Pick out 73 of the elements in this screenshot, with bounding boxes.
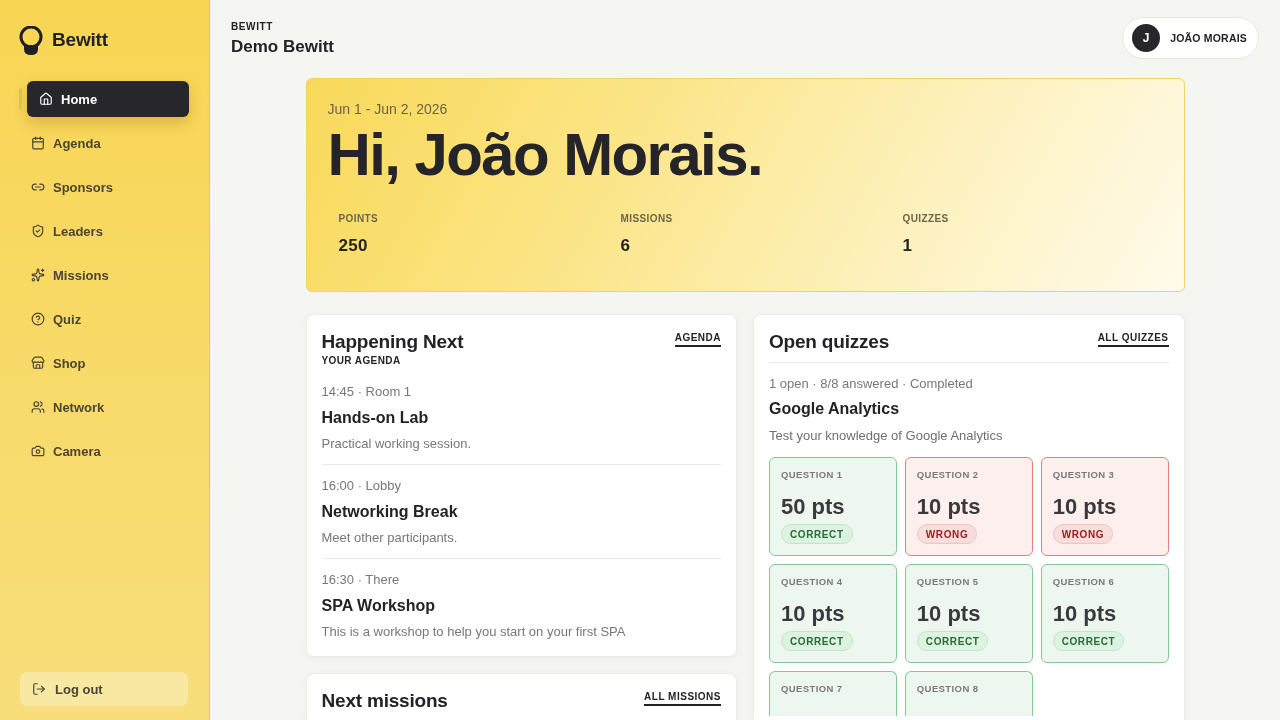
user-name: JOÃO MORAIS [1170, 32, 1247, 44]
nav-item[interactable]: Leaders [19, 213, 189, 249]
question-label: QUESTION 7 [781, 682, 843, 696]
event-description: This is a workshop to help you start on your first SPA [321, 623, 626, 641]
quiz-name: Google Analytics [769, 399, 901, 419]
calendar-icon [31, 136, 45, 150]
all-quizzes-link[interactable]: ALL QUIZZES [1097, 332, 1169, 347]
people-icon [31, 400, 45, 414]
shield-check-icon [31, 224, 45, 238]
result-badge: WRONG [1052, 524, 1114, 544]
nav-item[interactable]: Missions [19, 257, 189, 293]
all-missions-link[interactable]: ALL MISSIONS [644, 691, 721, 706]
event-description: Meet other participants. [321, 529, 458, 547]
question-points: 10 pts [916, 601, 981, 627]
event-time-location: 16:30 · There [321, 571, 400, 589]
home-icon [39, 92, 53, 106]
question-label: QUESTION 5 [916, 575, 979, 589]
camera-icon [31, 444, 45, 458]
card-title: Happening Next [321, 330, 464, 354]
quiz-description: Test your knowledge of Google Analytics [769, 427, 1004, 445]
stat-label: POINTS [338, 213, 379, 225]
event-description: Practical working session. [321, 435, 472, 453]
user-menu-button[interactable]: J JOÃO MORAIS [1122, 17, 1259, 59]
stat-label: QUIZZES [902, 213, 949, 225]
result-badge: CORRECT [916, 631, 989, 651]
help-icon [31, 312, 45, 326]
question-label: QUESTION 6 [1052, 575, 1115, 589]
logout-icon [32, 682, 46, 696]
quiz-summary: 1 open · 8/8 answered · Completed [769, 375, 974, 393]
event-dates: Jun 1 - Jun 2, 2026 [327, 100, 449, 118]
event-title: SPA Workshop [321, 596, 435, 616]
stat-value: 6 [620, 236, 631, 256]
nav-item[interactable]: Agenda [19, 125, 189, 161]
avatar-initial: J [1132, 24, 1161, 52]
link-icon [31, 180, 45, 194]
nav-item[interactable]: Sponsors [19, 169, 189, 205]
question-label: QUESTION 1 [781, 468, 843, 482]
question-label: QUESTION 8 [916, 682, 979, 696]
page-title: Demo Bewitt [231, 36, 334, 58]
event-eyebrow: BEWITT [231, 21, 274, 33]
card-title: Open quizzes [769, 330, 890, 354]
card-title: Next missions [321, 689, 448, 713]
result-badge: CORRECT [781, 524, 853, 544]
card-subtitle: YOUR AGENDA [321, 355, 402, 367]
question-points: 10 pts [1052, 494, 1117, 520]
question-label: QUESTION 4 [781, 575, 843, 589]
stat-label: MISSIONS [620, 213, 673, 225]
lightbulb-logo-icon [19, 25, 43, 55]
question-points: 10 pts [1052, 601, 1117, 627]
brand-name: Bewitt [52, 29, 108, 51]
stat-value: 1 [902, 236, 913, 256]
stat-value: 250 [338, 236, 368, 256]
event-time-location: 14:45 · Room 1 [321, 383, 412, 401]
question-points: 10 pts [781, 601, 845, 627]
nav-item[interactable]: Shop [19, 345, 189, 381]
nav-item[interactable]: Network [19, 389, 189, 425]
event-title: Networking Break [321, 502, 458, 522]
event-title: Hands-on Lab [321, 408, 429, 428]
question-label: QUESTION 3 [1052, 468, 1115, 482]
event-time-location: 16:00 · Lobby [321, 477, 401, 495]
nav-item[interactable]: Camera [19, 433, 189, 469]
question-label: QUESTION 2 [916, 468, 979, 482]
result-badge: CORRECT [1052, 631, 1125, 651]
question-points: 50 pts [781, 494, 845, 520]
nav-item[interactable]: Quiz [19, 301, 189, 337]
greeting-heading: Hi, João Morais. [327, 123, 763, 187]
question-points: 10 pts [916, 494, 981, 520]
result-badge: CORRECT [781, 631, 853, 651]
logout-button[interactable]: Log out [19, 671, 189, 707]
agenda-link[interactable]: AGENDA [674, 332, 721, 347]
sparkles-icon [31, 268, 45, 282]
result-badge: WRONG [916, 524, 978, 544]
store-icon [31, 356, 45, 370]
